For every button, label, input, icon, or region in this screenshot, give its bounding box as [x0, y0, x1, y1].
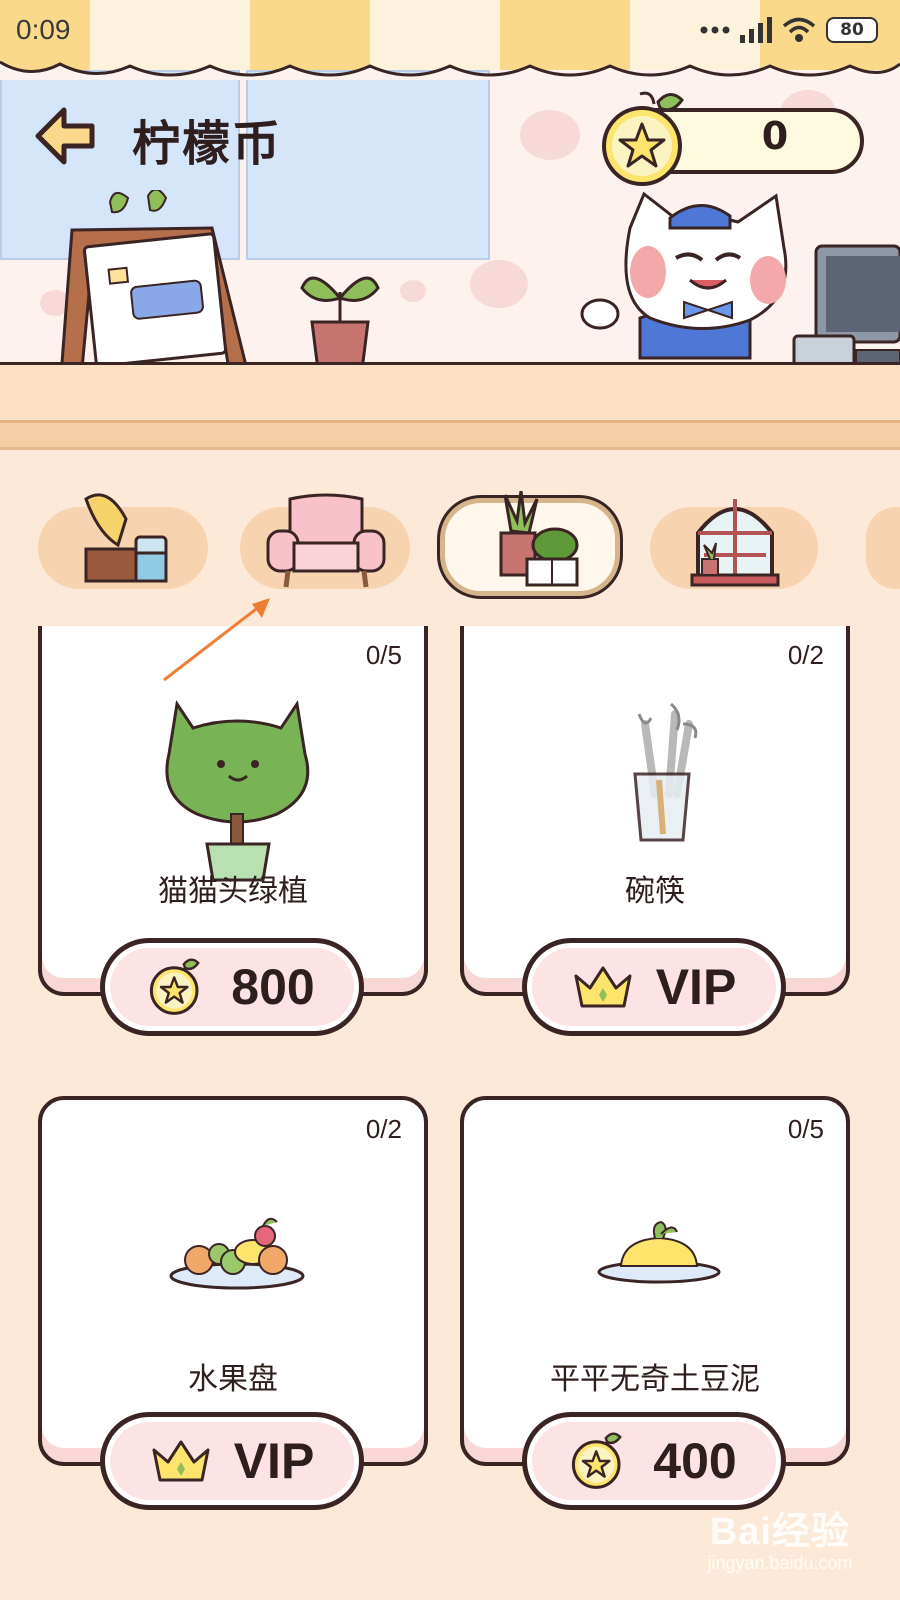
page-title: 柠檬币 — [132, 116, 283, 172]
buy-button-vip[interactable]: VIP — [522, 938, 786, 1036]
item-name: 平平无奇土豆泥 — [550, 1362, 760, 1397]
window-pane — [246, 70, 490, 260]
gramophone-icon — [84, 493, 168, 583]
wifi-icon — [782, 17, 816, 42]
status-icons: 80 — [700, 17, 878, 43]
paw-decoration — [400, 280, 426, 302]
mashed-potato-icon — [597, 1220, 721, 1284]
watermark: Bai经验 jingyan.baidu.com — [680, 1500, 880, 1574]
item-price: 800 — [231, 959, 315, 1015]
buy-button-coin[interactable]: 800 — [100, 938, 364, 1036]
item-name: 猫猫头绿植 — [158, 874, 308, 909]
item-price: VIP — [655, 959, 737, 1015]
item-count: 0/5 — [365, 640, 402, 670]
lemon-coin-icon — [572, 1432, 623, 1489]
lemon-coin-icon — [602, 91, 684, 186]
tab-window[interactable] — [650, 499, 818, 589]
tab-armchair[interactable] — [240, 493, 410, 589]
crown-icon — [574, 966, 632, 1008]
lemon-coin-icon — [150, 958, 201, 1015]
plant-book-icon — [499, 491, 579, 587]
item-card-mashed-potato[interactable]: 0/5 平平无奇土豆泥 — [460, 1096, 850, 1466]
status-bar: 0:09 80 — [0, 0, 900, 60]
armchair-icon — [266, 493, 386, 588]
item-price: VIP — [233, 1433, 315, 1489]
counter-top — [0, 362, 900, 420]
item-name: 碗筷 — [625, 874, 685, 909]
shop-scene — [0, 0, 900, 450]
item-price: 400 — [653, 1433, 737, 1489]
more-dots-icon — [700, 26, 730, 34]
buy-button-coin[interactable]: 400 — [522, 1412, 786, 1510]
annotation-arrow — [163, 598, 270, 682]
battery-indicator: 80 — [826, 17, 878, 43]
item-count: 0/5 — [787, 1114, 824, 1144]
balance-value: 0 — [761, 114, 789, 158]
window-icon — [690, 499, 780, 587]
tab-gramophone[interactable] — [38, 493, 208, 589]
paw-decoration — [520, 110, 580, 160]
watermark-main: Bai经验 — [709, 1511, 851, 1553]
watermark-sub: jingyan.baidu.com — [707, 1553, 853, 1573]
back-arrow-icon[interactable] — [34, 106, 98, 166]
cat-tree-icon — [165, 699, 310, 882]
status-time: 0:09 — [16, 14, 71, 45]
crown-icon — [152, 1440, 210, 1482]
paw-decoration — [470, 260, 528, 308]
utensils-icon — [633, 702, 698, 842]
item-count: 0/2 — [365, 1114, 402, 1144]
item-name: 水果盘 — [188, 1362, 278, 1397]
fruit-plate-icon — [169, 1217, 305, 1290]
tab-plant-book[interactable] — [440, 491, 620, 596]
item-count: 0/2 — [787, 640, 824, 670]
tab-more[interactable] — [866, 507, 900, 589]
cat-cashier-icon — [580, 191, 788, 360]
signal-icon — [740, 17, 772, 43]
counter-edge — [0, 420, 900, 450]
buy-button-vip[interactable]: VIP — [100, 1412, 364, 1510]
item-card-fruit-plate[interactable]: 0/2 水果盘 — [38, 1096, 428, 1466]
